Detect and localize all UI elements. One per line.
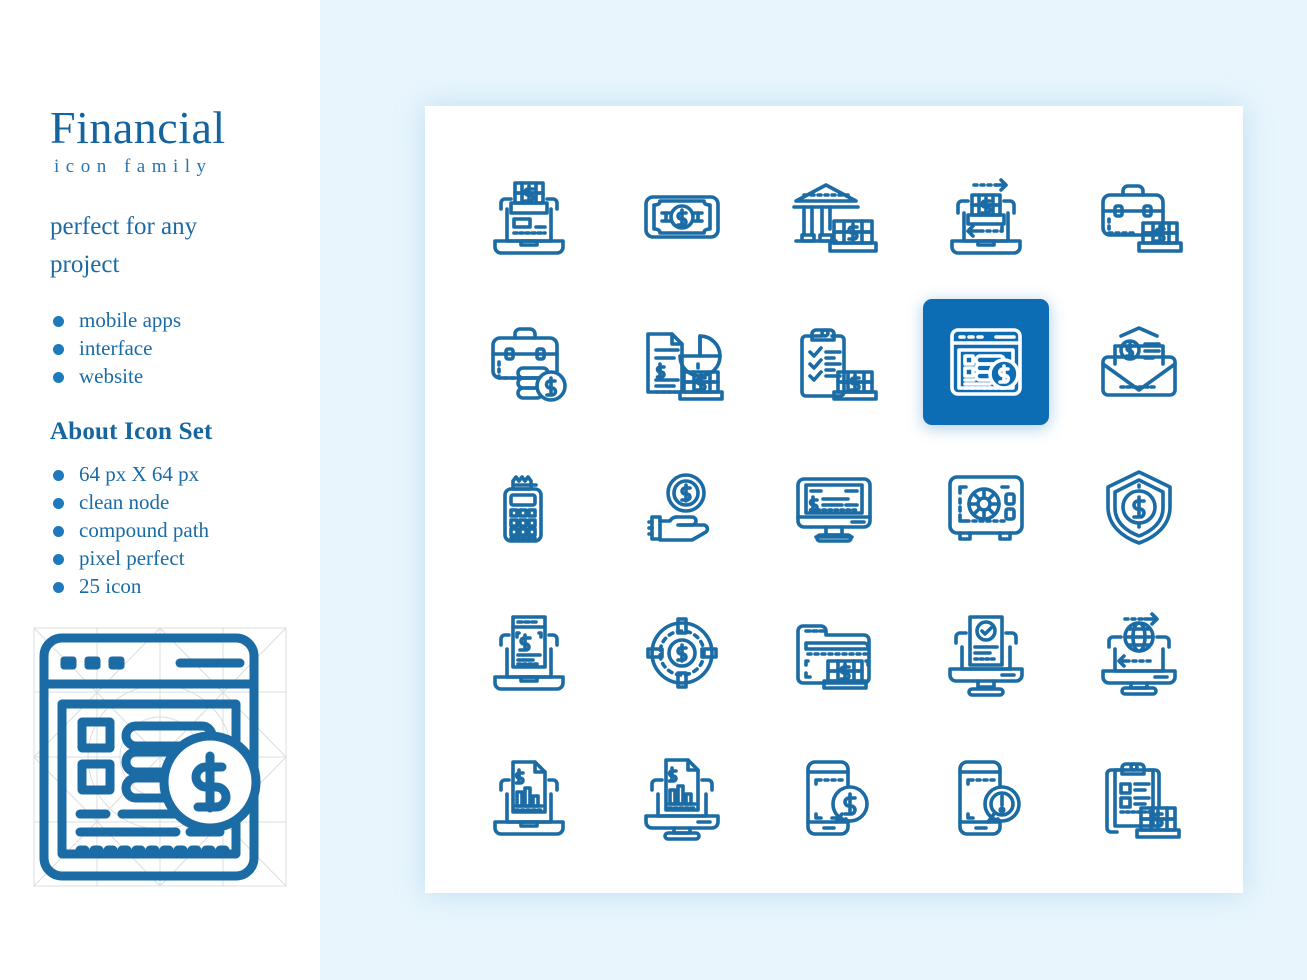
laptop-money-stack-icon bbox=[493, 180, 565, 255]
icon-cell[interactable] bbox=[605, 289, 757, 434]
icon-cell[interactable] bbox=[605, 726, 757, 871]
list-item: mobile apps bbox=[50, 306, 320, 334]
list-item-label: compound path bbox=[79, 518, 210, 542]
icon-grid bbox=[425, 106, 1243, 893]
bullet-dot-icon bbox=[53, 344, 64, 355]
icon-cell[interactable] bbox=[1063, 726, 1215, 871]
list-item-label: 64 px X 64 px bbox=[79, 462, 200, 486]
icon-cell-highlighted[interactable] bbox=[910, 289, 1062, 434]
icon-cell[interactable] bbox=[605, 144, 757, 289]
icon-cell[interactable] bbox=[453, 726, 605, 871]
bullet-dot-icon bbox=[53, 372, 64, 383]
usage-list: mobile apps interface website bbox=[50, 306, 320, 390]
pos-terminal-receipt-icon bbox=[503, 475, 543, 544]
list-item-label: 25 icon bbox=[79, 574, 142, 598]
bullet-dot-icon bbox=[53, 526, 64, 537]
safe-vault-icon bbox=[948, 475, 1025, 542]
list-item: 64 px X 64 px bbox=[50, 460, 320, 488]
icon-cell[interactable] bbox=[1063, 144, 1215, 289]
phone-alert-message-icon bbox=[958, 760, 1022, 837]
phone-dollar-message-icon bbox=[806, 760, 869, 837]
list-item: pixel perfect bbox=[50, 544, 320, 572]
icon-cell[interactable] bbox=[758, 580, 910, 725]
briefcase-money-stack-icon bbox=[1100, 183, 1183, 253]
target-dollar-icon bbox=[645, 617, 718, 689]
icon-grid-panel bbox=[320, 0, 1307, 980]
shield-dollar-icon bbox=[1105, 470, 1172, 546]
icon-cell[interactable] bbox=[758, 144, 910, 289]
icon-cell[interactable] bbox=[1063, 435, 1215, 580]
featured-icon-preview bbox=[30, 622, 290, 892]
page-subtitle: icon family bbox=[54, 156, 213, 177]
monitor-invoice-icon bbox=[796, 477, 872, 544]
list-item: compound path bbox=[50, 516, 320, 544]
icon-cell[interactable] bbox=[453, 435, 605, 580]
icon-cell[interactable] bbox=[605, 580, 757, 725]
icon-cell[interactable] bbox=[605, 435, 757, 580]
icon-cell[interactable] bbox=[1063, 289, 1215, 434]
bullet-dot-icon bbox=[53, 316, 64, 327]
hand-holding-coin-icon bbox=[646, 473, 709, 543]
bullet-dot-icon bbox=[53, 554, 64, 565]
clipboard-checklist-money-icon bbox=[800, 328, 878, 401]
tagline: perfect for any project bbox=[50, 213, 198, 278]
list-item-label: interface bbox=[79, 336, 153, 360]
monitor-approved-document-icon bbox=[948, 615, 1025, 697]
invoice-webpage-dollar-icon bbox=[950, 328, 1023, 396]
icon-cell[interactable] bbox=[910, 580, 1062, 725]
clipboard-money-icon bbox=[1104, 762, 1181, 840]
icon-cell[interactable] bbox=[758, 435, 910, 580]
icon-cell[interactable] bbox=[453, 580, 605, 725]
list-item: 25 icon bbox=[50, 572, 320, 600]
icon-cell[interactable] bbox=[453, 289, 605, 434]
list-item: interface bbox=[50, 334, 320, 362]
list-item-label: mobile apps bbox=[79, 308, 182, 332]
bullet-dot-icon bbox=[53, 470, 64, 481]
laptop-money-transfer-icon bbox=[950, 177, 1023, 255]
icon-cell[interactable] bbox=[453, 144, 605, 289]
list-item: website bbox=[50, 362, 320, 390]
laptop-invoice-icon bbox=[493, 615, 565, 691]
report-pie-chart-money-icon bbox=[645, 332, 724, 401]
list-item-label: website bbox=[79, 364, 144, 388]
icon-cell[interactable] bbox=[910, 144, 1062, 289]
banknote-dollar-icon bbox=[643, 194, 720, 239]
invoice-webpage-dollar-icon bbox=[33, 627, 287, 887]
list-item-label: clean node bbox=[79, 490, 170, 514]
icon-cell[interactable] bbox=[758, 289, 910, 434]
icon-cell[interactable] bbox=[910, 726, 1062, 871]
icon-grid-card bbox=[425, 106, 1243, 893]
info-panel: Financial icon family perfect for any pr… bbox=[0, 0, 320, 980]
icon-cell[interactable] bbox=[1063, 580, 1215, 725]
briefcase-coin-icon bbox=[491, 327, 567, 402]
envelope-money-letter-icon bbox=[1100, 326, 1177, 397]
bullet-dot-icon bbox=[53, 498, 64, 509]
about-section-title: About Icon Set bbox=[50, 418, 213, 445]
page-title: Financial bbox=[50, 102, 226, 153]
icon-family-showcase: Financial icon family perfect for any pr… bbox=[0, 0, 1307, 980]
list-item: clean node bbox=[50, 488, 320, 516]
monitor-bar-chart-report-icon bbox=[643, 758, 720, 842]
laptop-bar-chart-report-icon bbox=[493, 760, 565, 837]
bullet-dot-icon bbox=[53, 582, 64, 593]
list-item-label: pixel perfect bbox=[79, 546, 185, 570]
icon-cell[interactable] bbox=[910, 435, 1062, 580]
monitor-global-transfer-icon bbox=[1100, 612, 1177, 696]
icon-cell[interactable] bbox=[758, 726, 910, 871]
folder-money-icon bbox=[796, 624, 871, 690]
bank-building-money-icon bbox=[792, 182, 878, 253]
spec-list: 64 px X 64 px clean node compound path p… bbox=[50, 460, 320, 600]
